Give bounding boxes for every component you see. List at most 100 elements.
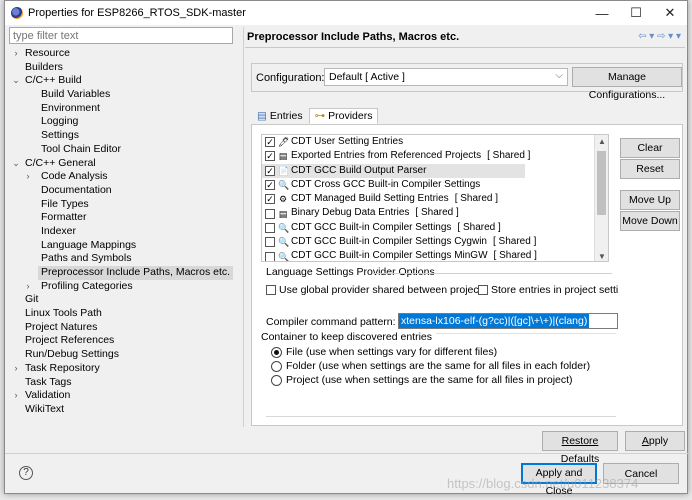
divider <box>372 273 612 274</box>
tree-item[interactable]: Paths and Symbols <box>9 252 241 266</box>
maximize-button[interactable]: ☐ <box>619 1 653 25</box>
tree-item[interactable]: Build Variables <box>9 88 241 102</box>
help-icon[interactable]: ? <box>19 466 33 480</box>
tree-item[interactable]: Settings <box>9 129 241 143</box>
provider-checkbox[interactable] <box>265 237 275 248</box>
chevron-down-icon[interactable]: ⌄ <box>11 74 21 88</box>
tree-item[interactable]: ⌄ C/C++ Build <box>9 74 241 88</box>
provider-checkbox[interactable] <box>265 208 275 219</box>
chevron-right-icon[interactable]: › <box>23 170 33 184</box>
provider-row[interactable]: 🔍 CDT GCC Built-in Compiler Settings [ Sha… <box>262 221 608 235</box>
chevron-down-icon[interactable]: ⌄ <box>11 157 21 171</box>
tree-item[interactable]: WikiText <box>9 403 241 417</box>
provider-row[interactable]: ✓ ⚙ CDT Managed Build Setting Entries [ Sha… <box>262 192 608 206</box>
tree-item-label: Resource <box>25 47 70 59</box>
scrollbar-thumb[interactable] <box>597 151 606 215</box>
provider-checkbox[interactable]: ✓ <box>265 194 275 205</box>
tree-item-label: Logging <box>41 115 79 128</box>
tab-entries-label: Entries <box>269 110 303 122</box>
container-radio[interactable]: File (use when settings vary for differe… <box>271 346 497 358</box>
tree-item[interactable]: Project References <box>9 334 241 348</box>
chevron-right-icon[interactable]: › <box>11 389 21 403</box>
tree-item[interactable]: Logging <box>9 115 241 129</box>
tree-item[interactable]: ⌄ C/C++ General <box>9 157 241 171</box>
provider-row[interactable]: ✓ 📄 CDT GCC Build Output Parser <box>262 163 525 178</box>
provider-checkbox[interactable]: ✓ <box>265 180 275 191</box>
reset-button[interactable]: Reset <box>620 159 680 179</box>
tree-item[interactable]: Indexer <box>9 225 241 239</box>
provider-icon: 🔍 <box>278 180 290 191</box>
tree-item[interactable]: › Profiling Categories <box>9 280 241 294</box>
filter-input[interactable] <box>9 27 233 44</box>
window-title: Properties for ESP8266_RTOS_SDK-master <box>28 7 246 19</box>
tree-item[interactable]: › Task Repository <box>9 362 241 376</box>
tree-item[interactable]: Preprocessor Include Paths, Macros etc. <box>9 266 241 280</box>
configuration-select[interactable]: Default [ Active ] ⌵ <box>324 68 568 86</box>
use-global-provider-checkbox[interactable]: Use global provider shared between proje… <box>266 284 487 296</box>
tab-entries[interactable]: ▤ Entries <box>251 108 309 124</box>
provider-icon: 🔍 <box>278 251 290 262</box>
move-down-button[interactable]: Move Down <box>620 211 680 231</box>
tree-item[interactable]: Linux Tools Path <box>9 307 241 321</box>
apply-and-close-button[interactable]: Apply and Close <box>521 463 597 497</box>
pane-sash[interactable] <box>243 27 244 427</box>
provider-checkbox[interactable]: ✓ <box>265 165 275 176</box>
scroll-up-icon[interactable]: ▲ <box>595 137 608 146</box>
provider-checkbox[interactable]: ✓ <box>265 137 275 148</box>
tree-item[interactable]: › Code Analysis <box>9 170 241 184</box>
tree-item[interactable]: Builders <box>9 61 241 75</box>
container-radio[interactable]: Project (use when settings are the same … <box>271 374 573 386</box>
clear-entries-button[interactable]: Clear Entries <box>620 138 680 172</box>
manage-configurations-button[interactable]: Manage Configurations... <box>572 67 682 101</box>
tree-item[interactable]: Project Natures <box>9 321 241 335</box>
compiler-command-input[interactable]: xtensa-lx106-elf-(g?cc)|([gc]\+\+)|(clan… <box>398 313 618 329</box>
tree-item[interactable]: Documentation <box>9 184 241 198</box>
scroll-down-icon[interactable]: ▼ <box>595 252 608 261</box>
provider-row[interactable]: ✓ 🖊 CDT User Setting Entries <box>262 135 608 149</box>
provider-row[interactable]: ✓ ▤ Exported Entries from Referenced Proje… <box>262 149 608 163</box>
provider-checkbox[interactable] <box>265 251 275 261</box>
tree-item[interactable]: Tool Chain Editor <box>9 143 241 157</box>
move-up-button[interactable]: Move Up <box>620 190 680 210</box>
provider-row[interactable]: ▤ Binary Debug Data Entries [ Shared ] <box>262 206 608 220</box>
store-entries-checkbox[interactable]: Store entries in project setti <box>478 284 618 296</box>
shared-tag: [ Shared ] <box>487 150 531 162</box>
chevron-right-icon[interactable]: › <box>23 280 33 294</box>
minimize-button[interactable]: — <box>585 1 619 25</box>
provider-label: CDT Managed Build Setting Entries <box>291 193 449 205</box>
radio-label: Folder (use when settings are the same f… <box>286 360 591 372</box>
tree-item-label: Tool Chain Editor <box>41 142 121 155</box>
tree-item[interactable]: › Resource <box>9 47 241 61</box>
tree-item-label: Builders <box>25 60 63 73</box>
tree-item[interactable]: Language Mappings <box>9 239 241 253</box>
provider-row[interactable]: 🔍 CDT GCC Built-in Compiler Settings MinG… <box>262 249 608 262</box>
restore-defaults-button[interactable]: Restore Defaults <box>542 431 618 465</box>
tree-item[interactable]: File Types <box>9 198 241 212</box>
provider-row[interactable]: 🔍 CDT GCC Built-in Compiler Settings Cygw… <box>262 235 608 249</box>
tree-item[interactable]: Environment <box>9 102 241 116</box>
container-radio[interactable]: Folder (use when settings are the same f… <box>271 360 590 372</box>
provider-checkbox[interactable]: ✓ <box>265 151 275 162</box>
tab-providers[interactable]: ⊶ Providers <box>308 108 379 124</box>
cancel-button[interactable]: Cancel <box>603 463 679 484</box>
tree-item[interactable]: Run/Debug Settings <box>9 348 241 362</box>
providers-scrollbar[interactable]: ▲ ▼ <box>594 135 608 261</box>
tree-item-label: Language Mappings <box>41 238 137 251</box>
provider-row[interactable]: ✓ 🔍 CDT Cross GCC Built-in Compiler Settin… <box>262 178 608 192</box>
provider-checkbox[interactable] <box>265 222 275 233</box>
apply-button[interactable]: Apply <box>625 431 685 451</box>
tree-item-label: C/C++ Build <box>25 74 82 87</box>
tree-item[interactable]: Task Tags <box>9 376 241 390</box>
history-nav-arrows[interactable]: ⇦ ▾ ⇨ ▾ ▾ <box>638 26 681 48</box>
tree-item[interactable]: Git <box>9 293 241 307</box>
configuration-bar: Configuration: Default [ Active ] ⌵ Mana… <box>251 63 683 101</box>
tree-item-label: Environment <box>41 101 100 114</box>
tree-item[interactable]: Formatter <box>9 211 241 225</box>
close-button[interactable]: ✕ <box>653 1 687 25</box>
chevron-right-icon[interactable]: › <box>11 47 21 61</box>
radio-circle <box>271 346 282 358</box>
chevron-right-icon[interactable]: › <box>11 362 21 376</box>
page-header: Preprocessor Include Paths, Macros etc. … <box>245 26 685 48</box>
tree-item[interactable]: › Validation <box>9 389 241 403</box>
tree-item-label: Linux Tools Path <box>25 307 102 320</box>
